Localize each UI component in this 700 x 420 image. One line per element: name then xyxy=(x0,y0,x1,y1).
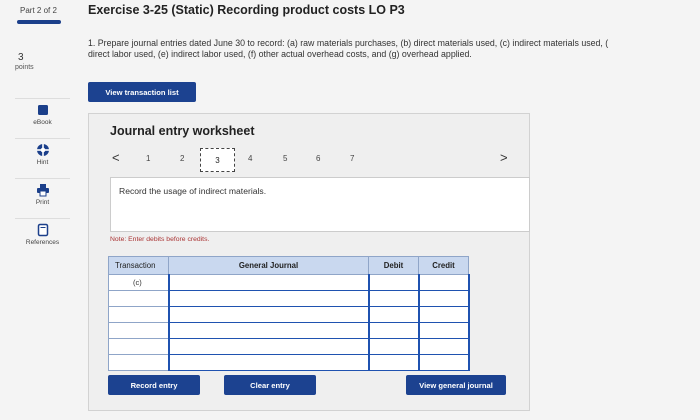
transaction-cell xyxy=(108,338,169,355)
debit-input[interactable] xyxy=(367,322,420,339)
ebook-button[interactable]: eBook xyxy=(15,98,70,138)
part-label: Part 2 of 2 xyxy=(20,6,57,15)
debit-header: Debit xyxy=(368,256,419,275)
instruction-text: Record the usage of indirect materials. xyxy=(119,186,267,196)
general-journal-header: General Journal xyxy=(168,256,369,275)
hint-label: Hint xyxy=(36,159,49,166)
credit-input[interactable] xyxy=(417,274,470,291)
next-arrow-icon[interactable]: > xyxy=(500,150,508,165)
ebook-label: eBook xyxy=(33,119,52,126)
credit-input[interactable] xyxy=(417,338,470,355)
credit-input[interactable] xyxy=(417,354,470,371)
table-row xyxy=(108,354,470,371)
account-select[interactable] xyxy=(167,322,370,339)
transaction-cell xyxy=(108,290,169,307)
table-row xyxy=(108,290,470,307)
printer-icon xyxy=(36,184,49,197)
prev-arrow-icon[interactable]: < xyxy=(112,150,120,165)
worksheet-title: Journal entry worksheet xyxy=(110,124,255,138)
record-entry-button[interactable]: Record entry xyxy=(108,375,200,395)
question-line-2: direct labor used, (e) indirect labor us… xyxy=(88,49,472,59)
points-label: points xyxy=(15,64,34,71)
question-points-value: 3 xyxy=(18,52,24,63)
print-label: Print xyxy=(35,199,50,206)
transaction-header: Transaction xyxy=(108,256,169,275)
references-label: References xyxy=(25,239,60,246)
document-icon xyxy=(37,223,48,237)
view-general-journal-button[interactable]: View general journal xyxy=(406,375,506,395)
journal-table: Transaction General Journal Debit Credit… xyxy=(108,256,470,371)
table-row: (c) xyxy=(108,274,470,291)
credit-input[interactable] xyxy=(417,290,470,307)
page-title: Exercise 3-25 (Static) Recording product… xyxy=(88,3,405,17)
page-3-current[interactable]: 3 xyxy=(200,148,235,172)
book-icon xyxy=(37,105,48,115)
page-2[interactable]: 2 xyxy=(180,154,184,163)
note-text: Note: Enter debits before credits. xyxy=(110,236,210,243)
transaction-cell: (c) xyxy=(108,274,169,291)
page-4[interactable]: 4 xyxy=(248,154,252,163)
credit-input[interactable] xyxy=(417,306,470,323)
question-line-1: 1. Prepare journal entries dated June 30… xyxy=(88,38,609,48)
transaction-cell xyxy=(108,354,169,371)
clear-entry-button[interactable]: Clear entry xyxy=(224,375,316,395)
table-row xyxy=(108,338,470,355)
print-button[interactable]: Print xyxy=(15,178,70,218)
table-row xyxy=(108,322,470,339)
page-1[interactable]: 1 xyxy=(146,154,150,163)
account-select[interactable] xyxy=(167,354,370,371)
references-button[interactable]: References xyxy=(15,218,70,258)
debit-input[interactable] xyxy=(367,290,420,307)
debit-input[interactable] xyxy=(367,338,420,355)
page-5[interactable]: 5 xyxy=(283,154,287,163)
debit-input[interactable] xyxy=(367,354,420,371)
account-select[interactable] xyxy=(167,290,370,307)
part-progress-bar xyxy=(17,20,61,24)
account-select[interactable] xyxy=(167,274,370,291)
account-select[interactable] xyxy=(167,306,370,323)
transaction-cell xyxy=(108,322,169,339)
hint-button[interactable]: Hint xyxy=(15,138,70,178)
account-select[interactable] xyxy=(167,338,370,355)
page-6[interactable]: 6 xyxy=(316,154,320,163)
left-rail: Part 2 of 2 3 points eBook Hint Print Re… xyxy=(0,0,80,420)
question-text: 1. Prepare journal entries dated June 30… xyxy=(88,38,700,60)
view-transaction-list-button[interactable]: View transaction list xyxy=(88,82,196,102)
debit-input[interactable] xyxy=(367,274,420,291)
transaction-cell xyxy=(108,306,169,323)
debit-input[interactable] xyxy=(367,306,420,323)
page-7[interactable]: 7 xyxy=(350,154,354,163)
credit-header: Credit xyxy=(418,256,469,275)
credit-input[interactable] xyxy=(417,322,470,339)
lifebuoy-icon xyxy=(36,144,49,156)
table-row xyxy=(108,306,470,323)
